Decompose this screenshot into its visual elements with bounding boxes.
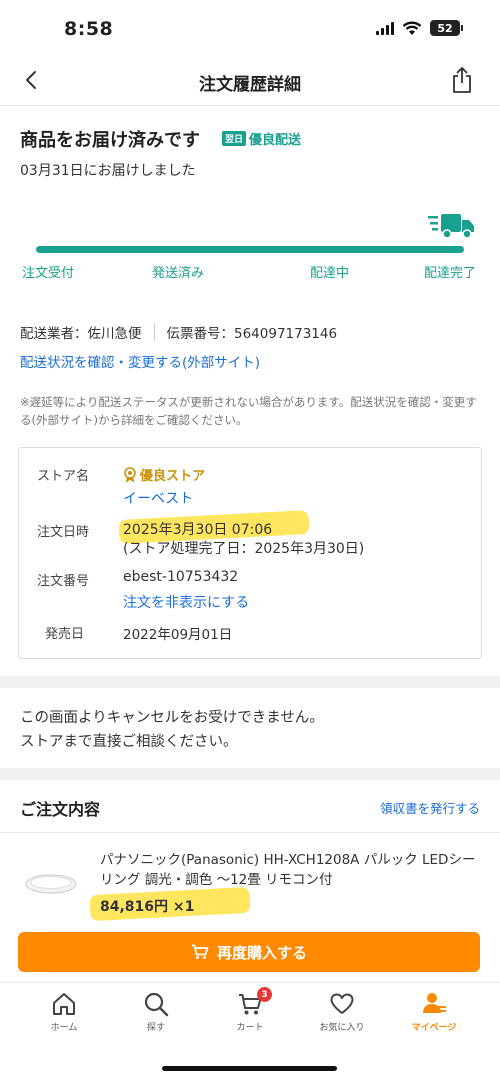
delivery-truck-icon (428, 212, 476, 240)
battery-icon: 52 (430, 20, 463, 36)
cart-icon (191, 944, 209, 959)
store-process-date: (ストア処理完了日：2025年3月30日) (123, 541, 365, 557)
home-indicator (162, 1066, 337, 1071)
section-separator (0, 768, 500, 780)
order-date: 2025年3月30日 07:06 (123, 522, 273, 538)
medal-icon (124, 466, 136, 482)
order-date-label: 注文日時 (37, 525, 90, 540)
status-icons: 52 (376, 20, 463, 36)
product-name[interactable]: パナソニック(Panasonic) HH-XCH1208A パルック LEDシー… (100, 850, 480, 890)
issue-receipt-link[interactable]: 領収書を発行する (380, 798, 480, 817)
cancel-notice-line2: ストアまで直接ご相談ください。 (20, 734, 238, 750)
premium-store-label: 優良ストア (140, 469, 206, 484)
next-day-badge: 翌日 (222, 131, 247, 146)
order-number: ebest-10753432 (123, 569, 239, 585)
hide-order-link[interactable]: 注文を非表示にする (123, 592, 249, 612)
heart-icon (330, 993, 354, 1014)
carrier-divider (153, 323, 155, 341)
tab-favorites-label: お気に入り (319, 1023, 365, 1033)
person-icon (423, 993, 446, 1013)
section-divider (0, 832, 500, 833)
tab-cart-label: カート (236, 1023, 264, 1033)
tab-home-label: ホーム (50, 1023, 78, 1033)
tracking-status-link[interactable]: 配送状況を確認・変更する(外部サイト) (20, 351, 260, 371)
order-contents-title: ご注文内容 (20, 800, 101, 819)
cancel-notice-line1: この画面よりキャンセルをお受けできません。 (20, 710, 324, 726)
release-date-label: 発売日 (45, 627, 85, 642)
tab-home[interactable]: ホーム (24, 991, 104, 1033)
product-image[interactable] (24, 870, 78, 898)
section-separator (0, 676, 500, 688)
premium-delivery-label: 優良配送 (249, 133, 302, 148)
rebuy-label: 再度購入する (216, 943, 307, 962)
search-icon (144, 992, 169, 1017)
nav-bar: 注文履歴詳細 (0, 56, 500, 106)
tab-mypage-label: マイページ (411, 1023, 457, 1033)
store-name-link[interactable]: イーベスト (123, 488, 193, 508)
delivery-progress-bar (36, 246, 464, 253)
page-title: 注文履歴詳細 (199, 75, 301, 95)
tab-search-label: 探す (146, 1023, 165, 1033)
carrier-name: 配送業者：佐川急便 (20, 326, 142, 342)
cart-count-badge: 3 (257, 987, 272, 1002)
premium-store-badge: 優良ストア (123, 465, 205, 484)
delivered-date: 03月31日にお届けしました (20, 163, 196, 179)
carrier-row: 配送業者：佐川急便 伝票番号：564097173146 (20, 322, 337, 342)
tab-cart[interactable]: 3 カート (210, 987, 290, 1033)
status-time: 8:58 (64, 18, 114, 40)
delivery-notice: ※遅延等により配送ステータスが更新されない場合があります。配送状況を確認・変更す… (20, 395, 477, 427)
step-in-delivery: 配達中 (310, 266, 350, 281)
order-info-card: ストア名 優良ストア イーベスト 注文日時 2025年3月30日 07:06 (… (18, 447, 482, 659)
tab-mypage[interactable]: マイページ (394, 991, 474, 1033)
step-delivered: 配達完了 (424, 266, 477, 281)
order-number-label: 注文番号 (37, 574, 90, 589)
store-label: ストア名 (37, 469, 90, 484)
release-date: 2022年09月01日 (123, 627, 233, 643)
tracking-number: 伝票番号：564097173146 (166, 326, 338, 342)
wifi-icon (402, 21, 422, 36)
home-icon (53, 993, 75, 1015)
tab-search[interactable]: 探す (116, 991, 196, 1033)
cancel-notice: この画面よりキャンセルをお受けできません。 ストアまで直接ご相談ください。 (20, 706, 324, 754)
rebuy-button[interactable]: 再度購入する (18, 932, 480, 972)
premium-delivery-badge: 翌日 優良配送 (222, 129, 301, 148)
step-order-received: 注文受付 (22, 266, 75, 281)
tab-favorites[interactable]: お気に入り (302, 991, 382, 1033)
delivery-status-title: 商品をお届け済みです (20, 130, 200, 151)
share-icon[interactable] (450, 66, 474, 94)
status-bar: 8:58 52 (0, 0, 500, 56)
signal-icon (376, 21, 394, 35)
step-shipped: 発送済み (152, 266, 205, 281)
product-price: 84,816円 ×1 (100, 899, 195, 915)
